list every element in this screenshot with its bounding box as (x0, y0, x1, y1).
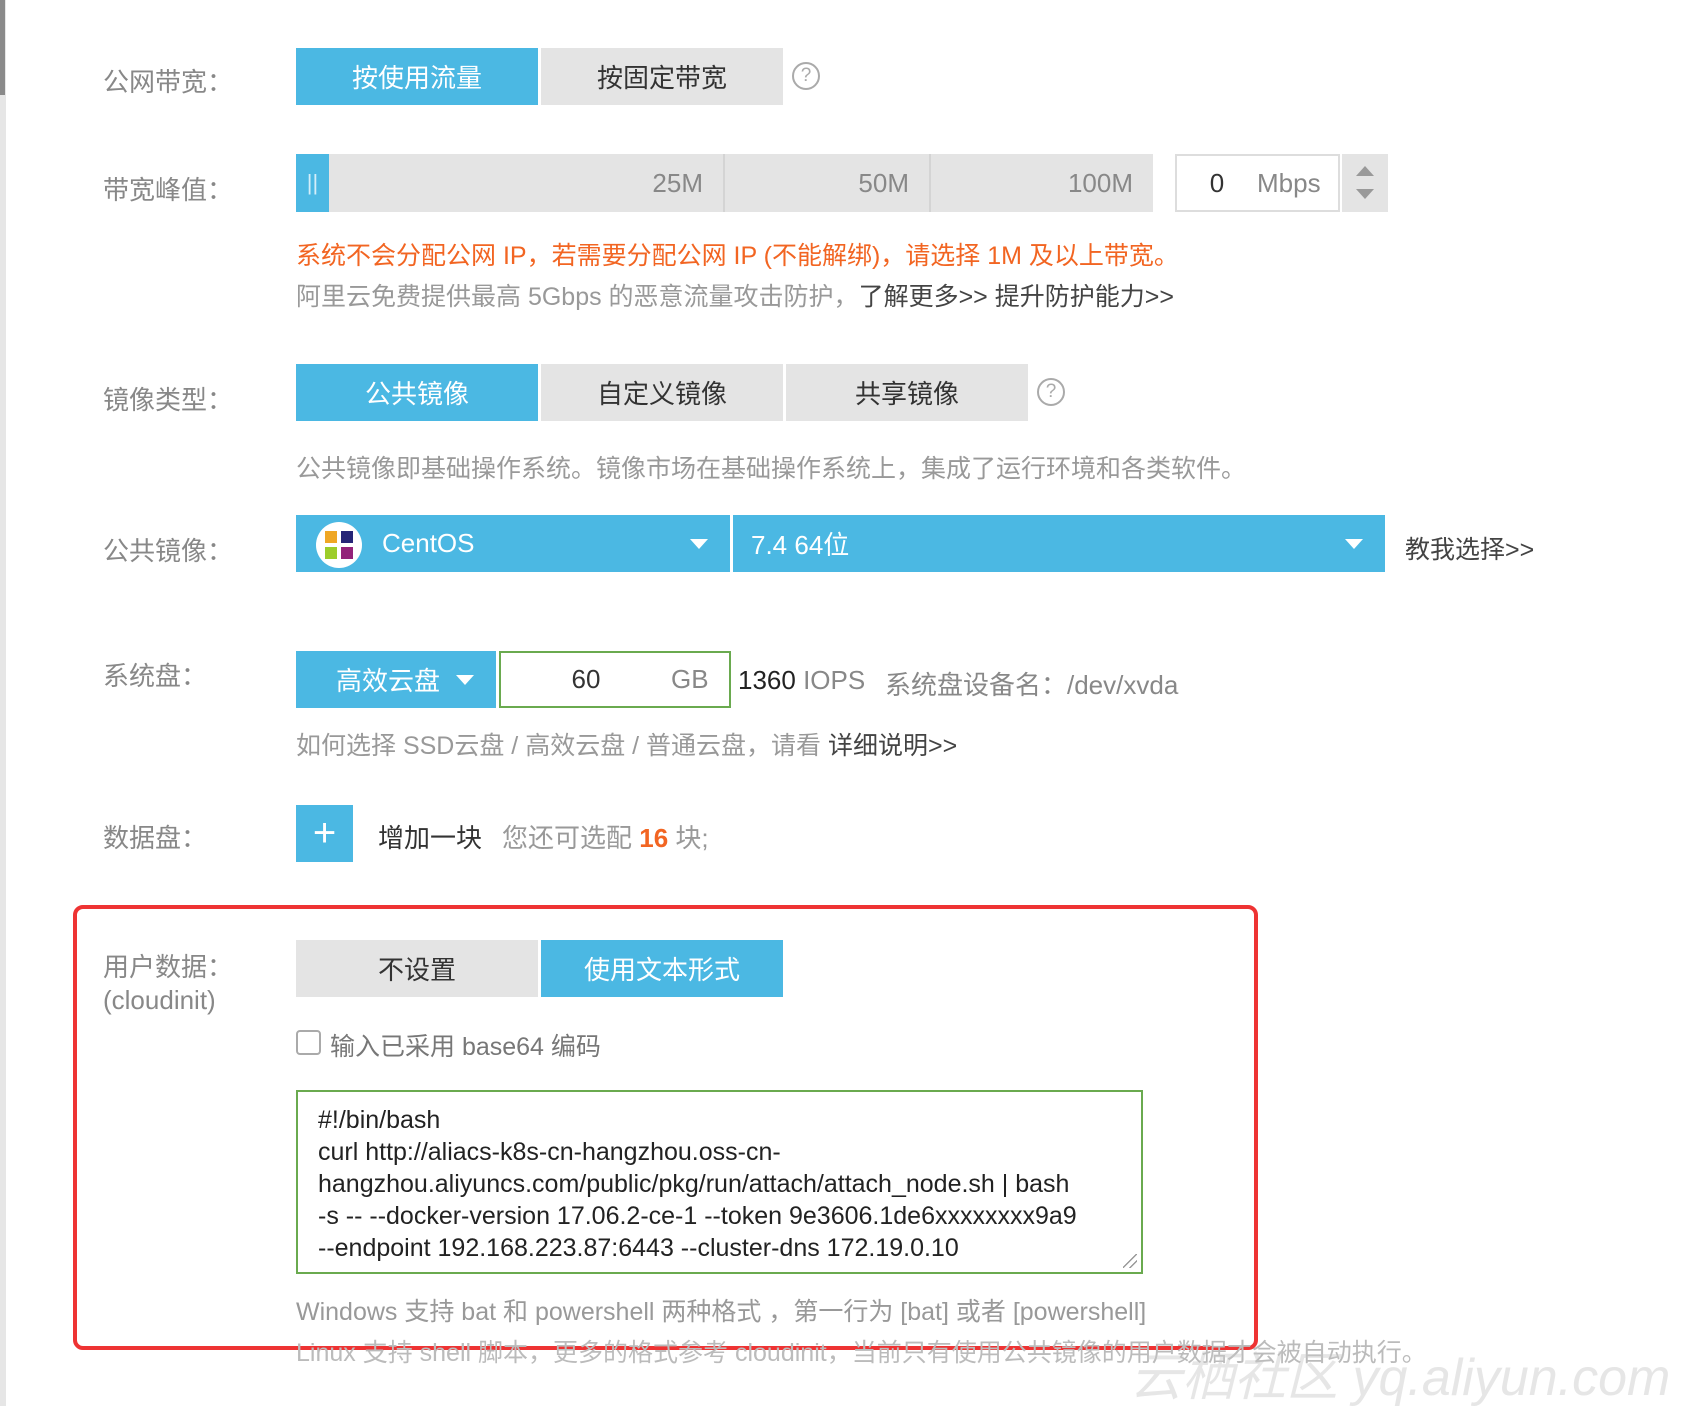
user-data-none-button[interactable]: 不设置 (296, 940, 538, 997)
remaining-disks: 您还可选配 16 块; (502, 818, 709, 855)
base64-label: 输入已采用 base64 编码 (330, 1033, 601, 1061)
os-dropdown[interactable]: CentOS (296, 515, 730, 572)
slider-handle[interactable]: || (296, 154, 329, 212)
peak-label: 带宽峰值： (103, 175, 234, 205)
script-line: #!/bin/bash (318, 1106, 441, 1134)
system-disk-label: 系统盘： (103, 661, 208, 691)
window-edge (0, 0, 6, 1406)
data-disk-label: 数据盘： (103, 823, 208, 853)
remaining-suffix: 块; (675, 823, 709, 853)
script-line: hangzhou.aliyuncs.com/public/pkg/run/att… (318, 1170, 1070, 1198)
add-disk-label[interactable]: 增加一块 (378, 818, 482, 855)
remaining-prefix: 您还可选配 (502, 823, 633, 853)
disk-size-value: 60 (571, 664, 601, 694)
version-selected: 7.4 64位 (751, 530, 850, 560)
learn-more-link[interactable]: 了解更多>> (859, 283, 988, 311)
bandwidth-stepper[interactable] (1342, 154, 1388, 212)
bandwidth-by-traffic-button[interactable]: 按使用流量 (296, 48, 538, 105)
windows-note: Windows 支持 bat 和 powershell 两种格式 ，第一行为 [… (296, 1298, 1147, 1326)
iops-info: 1360 IOPS (738, 665, 865, 696)
ddos-text: 阿里云免费提供最高 5Gbps 的恶意流量攻击防护， (296, 283, 859, 311)
disk-size-input[interactable]: 60 GB (499, 651, 731, 708)
os-selected: CentOS (382, 528, 475, 558)
tab-shared-image[interactable]: 共享镜像 (786, 364, 1028, 421)
iops-value: 1360 (738, 665, 796, 695)
tab-custom-image[interactable]: 自定义镜像 (541, 364, 783, 421)
script-line: --endpoint 192.168.223.87:6443 --cluster… (318, 1234, 959, 1262)
tab-public-image[interactable]: 公共镜像 (296, 364, 538, 421)
upgrade-protection-link[interactable]: 提升防护能力>> (995, 283, 1174, 311)
resize-handle-icon[interactable] (1123, 1254, 1137, 1268)
public-image-label: 公共镜像： (103, 536, 234, 566)
disk-help-note: 如何选择 SSD云盘 / 高效云盘 / 普通云盘，请看 详细说明>> (296, 726, 957, 762)
chevron-down-icon (690, 539, 708, 549)
bandwidth-fixed-button[interactable]: 按固定带宽 (541, 48, 783, 105)
slider-tick-50m: 50M (725, 154, 931, 212)
bandwidth-warning: 系统不会分配公网 IP，若需要分配公网 IP (不能解绑)，请选择 1M 及以上… (296, 242, 1179, 270)
bandwidth-label: 公网带宽： (103, 67, 234, 97)
slider-tick-100m: 100M (1067, 167, 1133, 198)
user-data-textarea[interactable]: #!/bin/bash curl http://aliacs-k8s-cn-ha… (296, 1090, 1143, 1274)
disk-size-unit: GB (671, 664, 709, 694)
user-data-text-button[interactable]: 使用文本形式 (541, 940, 783, 997)
image-type-description: 公共镜像即基础操作系统。镜像市场在基础操作系统上，集成了运行环境和各类软件。 (296, 455, 1247, 483)
slider-tick-25m: 25M (329, 154, 725, 212)
version-dropdown[interactable]: 7.4 64位 (733, 515, 1385, 572)
plus-icon: + (312, 811, 337, 855)
bandwidth-unit: Mbps (1257, 167, 1321, 198)
user-data-sublabel: (cloudinit) (103, 985, 216, 1015)
window-edge-top (0, 0, 5, 95)
add-disk-button[interactable]: + (296, 805, 353, 862)
script-line: curl http://aliacs-k8s-cn-hangzhou.oss-c… (318, 1138, 781, 1166)
disk-help-text: 如何选择 SSD云盘 / 高效云盘 / 普通云盘，请看 (296, 732, 822, 760)
watermark: 云栖社区 yq.aliyun.com (1130, 1349, 1671, 1406)
script-line: -s -- --docker-version 17.06.2-ce-1 --to… (318, 1202, 1077, 1230)
bandwidth-value: 0 (1209, 167, 1225, 198)
disk-type-selected: 高效云盘 (336, 666, 441, 696)
user-data-label: 用户数据： (103, 952, 234, 982)
device-name: 系统盘设备名：/dev/xvda (885, 670, 1179, 700)
image-type-label: 镜像类型： (103, 385, 234, 415)
help-me-choose-link[interactable]: 教我选择>> (1405, 530, 1534, 566)
centos-logo-icon (316, 522, 362, 568)
bandwidth-help-icon[interactable]: ? (792, 62, 820, 90)
iops-unit: IOPS (803, 665, 866, 695)
ddos-note: 阿里云免费提供最高 5Gbps 的恶意流量攻击防护，了解更多>> 提升防护能力>… (296, 277, 1174, 313)
stepper-down-icon[interactable] (1356, 189, 1374, 199)
details-link[interactable]: 详细说明>> (828, 732, 957, 760)
image-type-help-icon[interactable]: ? (1037, 378, 1065, 406)
base64-checkbox[interactable] (296, 1030, 321, 1055)
disk-type-dropdown[interactable]: 高效云盘 (296, 651, 496, 708)
stepper-up-icon[interactable] (1356, 166, 1374, 176)
remaining-count: 16 (639, 823, 669, 853)
bandwidth-value-input[interactable]: 0 Mbps (1175, 154, 1340, 212)
chevron-down-icon (456, 675, 474, 685)
chevron-down-icon (1345, 539, 1363, 549)
